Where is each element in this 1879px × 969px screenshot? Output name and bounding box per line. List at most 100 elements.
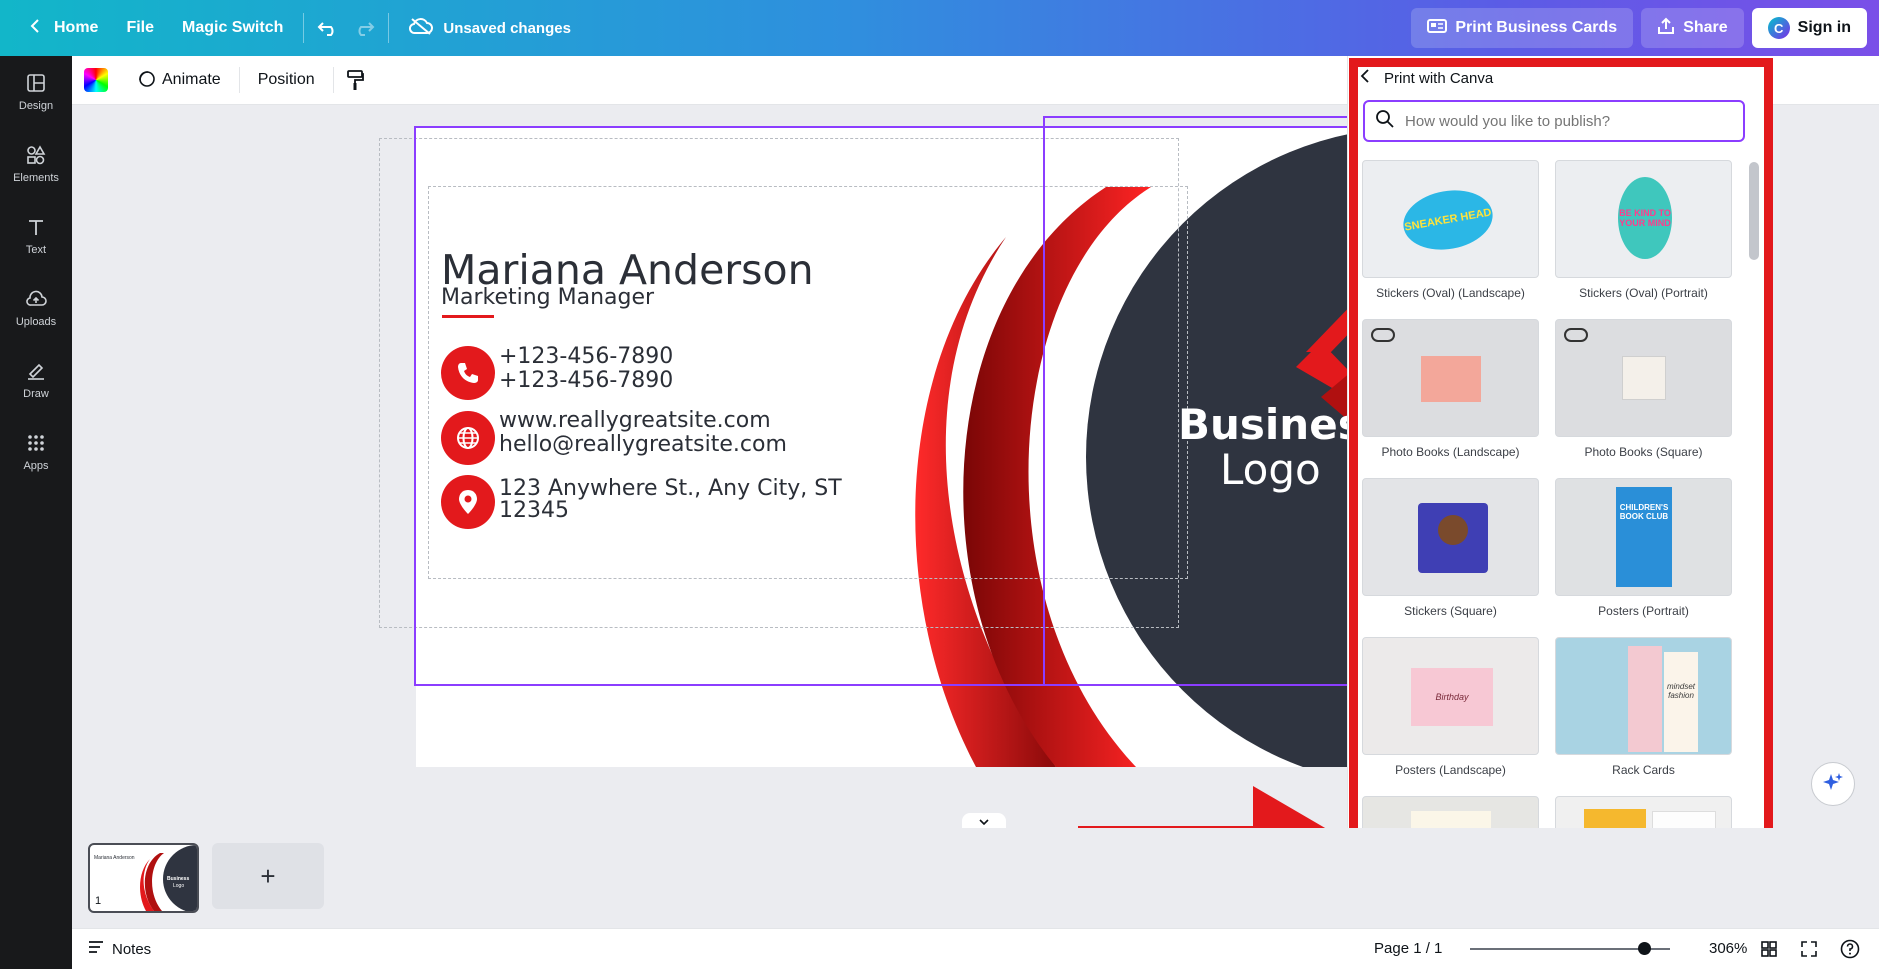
animate-label: Animate bbox=[162, 71, 221, 88]
rail-label: Uploads bbox=[15, 315, 57, 328]
panel-title: Print with Canva bbox=[1384, 69, 1494, 87]
divider bbox=[238, 67, 240, 93]
product-label: Stickers (Square) bbox=[1404, 604, 1497, 618]
back-arrow-icon[interactable] bbox=[1360, 68, 1370, 88]
rail-item-apps[interactable]: Apps bbox=[0, 416, 72, 488]
product-label: Photo Books (Square) bbox=[1584, 445, 1703, 459]
photo-book-art bbox=[1622, 356, 1666, 400]
poster-art: Birthday bbox=[1411, 668, 1493, 726]
rail-item-elements[interactable]: Elements bbox=[0, 128, 72, 200]
zoom-value[interactable]: 306% bbox=[1709, 940, 1747, 957]
sparkle-icon bbox=[1822, 771, 1844, 798]
location-pin-icon bbox=[441, 475, 495, 529]
product-tile[interactable]: Photo Books (Landscape) bbox=[1362, 319, 1539, 459]
top-bar: Home File Magic Switch Unsaved changes P… bbox=[0, 0, 1879, 56]
apps-grid-icon bbox=[26, 433, 46, 456]
poster-art: CHILDREN'S BOOK CLUB bbox=[1616, 487, 1672, 587]
rail-label: Text bbox=[25, 243, 47, 256]
sign-in-button[interactable]: C Sign in bbox=[1751, 8, 1867, 48]
product-tile[interactable]: CHILDREN'S BOOK CLUB Posters (Portrait) bbox=[1555, 478, 1732, 618]
product-thumbnail: BE KIND TO YOUR MIND bbox=[1555, 160, 1732, 278]
card-role[interactable]: Marketing Manager bbox=[441, 285, 654, 310]
thumbnail-name-text: Mariana Anderson bbox=[94, 855, 135, 861]
zoom-slider-handle[interactable] bbox=[1638, 942, 1651, 955]
phone-number-2[interactable]: +123-456-7890 bbox=[499, 367, 673, 395]
pen-icon bbox=[26, 361, 46, 384]
email-text[interactable]: hello@reallygreatsite.com bbox=[499, 431, 787, 459]
add-page-button[interactable]: + bbox=[212, 843, 324, 909]
text-icon bbox=[26, 217, 46, 240]
fullscreen-icon[interactable] bbox=[1801, 941, 1817, 961]
product-tile[interactable]: SNEAKER HEAD Stickers (Oval) (Landscape) bbox=[1362, 160, 1539, 300]
redo-icon[interactable] bbox=[346, 10, 382, 46]
share-icon bbox=[1657, 17, 1675, 40]
sticker-art: BE KIND TO YOUR MIND bbox=[1618, 177, 1672, 259]
product-label: Photo Books (Landscape) bbox=[1381, 445, 1520, 459]
print-business-cards-button[interactable]: Print Business Cards bbox=[1411, 8, 1634, 48]
search-icon bbox=[1375, 109, 1395, 134]
panel-scrollbar-thumb[interactable] bbox=[1749, 162, 1759, 260]
topbar-actions: Print Business Cards Share C Sign in bbox=[1411, 8, 1867, 48]
product-thumbnail: Birthday bbox=[1362, 637, 1539, 755]
glasses-icon bbox=[1371, 328, 1395, 342]
paint-roller-icon[interactable] bbox=[340, 63, 370, 97]
share-label: Share bbox=[1683, 19, 1728, 36]
rail-item-text[interactable]: Text bbox=[0, 200, 72, 272]
unsaved-status[interactable]: Unsaved changes bbox=[395, 8, 585, 48]
search-input[interactable] bbox=[1405, 112, 1725, 130]
left-rail: Design Elements Text Uploads Draw Apps bbox=[0, 56, 72, 969]
rail-item-design[interactable]: Design bbox=[0, 56, 72, 128]
unsaved-label: Unsaved changes bbox=[443, 19, 571, 37]
product-thumbnail: mindset fashion bbox=[1555, 637, 1732, 755]
canva-logo-icon: C bbox=[1767, 17, 1790, 39]
rack-card-art-1 bbox=[1628, 646, 1662, 752]
page-thumbnail[interactable]: Mariana Anderson Business Logo 1 bbox=[88, 843, 199, 913]
animate-button[interactable]: Animate bbox=[124, 62, 233, 99]
notes-button[interactable]: Notes bbox=[88, 940, 151, 958]
accent-line bbox=[442, 315, 494, 318]
home-label: Home bbox=[54, 19, 99, 36]
rail-item-draw[interactable]: Draw bbox=[0, 344, 72, 416]
rack-card-art-2: mindset fashion bbox=[1664, 652, 1698, 752]
glasses-icon bbox=[1564, 328, 1588, 342]
logo-text-logo[interactable]: Logo bbox=[1220, 445, 1321, 494]
product-tile[interactable]: mindset fashion Rack Cards bbox=[1555, 637, 1732, 777]
divider bbox=[303, 13, 305, 43]
publish-search[interactable] bbox=[1363, 100, 1745, 142]
undo-icon[interactable] bbox=[310, 10, 346, 46]
share-button[interactable]: Share bbox=[1641, 8, 1744, 48]
notes-icon bbox=[88, 940, 104, 958]
rail-label: Apps bbox=[23, 459, 49, 472]
sign-in-label: Sign in bbox=[1797, 19, 1851, 36]
magic-assistant-button[interactable] bbox=[1811, 762, 1855, 806]
page-number: 1 bbox=[95, 895, 102, 907]
help-icon[interactable] bbox=[1840, 939, 1860, 963]
product-thumbnail bbox=[1362, 319, 1539, 437]
sticker-art: SNEAKER HEAD bbox=[1398, 183, 1498, 257]
file-menu[interactable]: File bbox=[112, 8, 168, 48]
print-label: Print Business Cards bbox=[1455, 19, 1618, 36]
product-tile[interactable]: BE KIND TO YOUR MIND Stickers (Oval) (Po… bbox=[1555, 160, 1732, 300]
product-grid: SNEAKER HEAD Stickers (Oval) (Landscape)… bbox=[1362, 160, 1732, 895]
address-line-2[interactable]: 12345 bbox=[499, 497, 569, 525]
rail-label: Elements bbox=[13, 171, 59, 184]
product-tile[interactable]: Birthday Posters (Landscape) bbox=[1362, 637, 1539, 777]
cloud-upload-icon bbox=[25, 289, 47, 312]
color-picker-button[interactable] bbox=[84, 68, 108, 92]
hide-pages-chevron[interactable] bbox=[962, 813, 1006, 828]
product-label: Posters (Landscape) bbox=[1395, 763, 1506, 777]
product-label: Rack Cards bbox=[1612, 763, 1675, 777]
phone-icon bbox=[441, 346, 495, 400]
rail-item-uploads[interactable]: Uploads bbox=[0, 272, 72, 344]
product-thumbnail: SNEAKER HEAD bbox=[1362, 160, 1539, 278]
grid-view-icon[interactable] bbox=[1761, 941, 1777, 961]
home-button[interactable]: Home bbox=[16, 8, 112, 48]
chevron-left-icon bbox=[30, 18, 40, 39]
product-tile[interactable]: Stickers (Square) bbox=[1362, 478, 1539, 618]
position-button[interactable]: Position bbox=[246, 65, 327, 95]
page-indicator[interactable]: Page 1 / 1 bbox=[1374, 940, 1442, 957]
portrait-art bbox=[1438, 515, 1468, 545]
product-thumbnail: CHILDREN'S BOOK CLUB bbox=[1555, 478, 1732, 596]
product-tile[interactable]: Photo Books (Square) bbox=[1555, 319, 1732, 459]
magic-switch-button[interactable]: Magic Switch bbox=[168, 8, 297, 48]
